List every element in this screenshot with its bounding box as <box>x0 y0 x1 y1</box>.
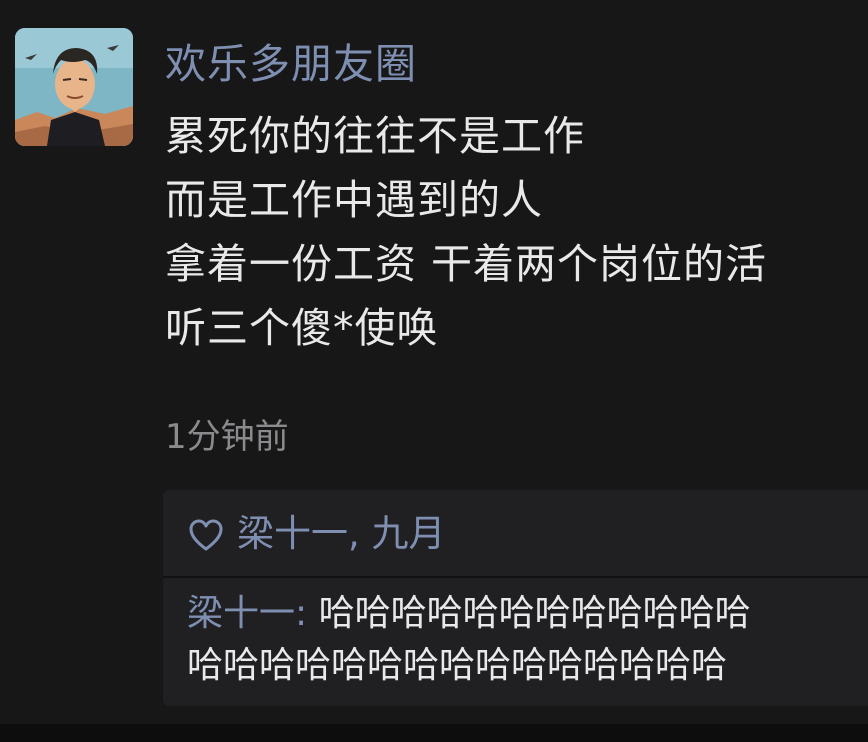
moments-feed: 欢乐多朋友圈 累死你的往往不是工作 而是工作中遇到的人 拿着一份工资 干着两个岗… <box>0 0 868 742</box>
comment-line: 哈哈哈哈哈哈哈哈哈哈哈哈哈哈哈 <box>187 645 728 686</box>
likes-comments-panel: 梁十一, 九月 梁十一: 哈哈哈哈哈哈哈哈哈哈哈哈 哈哈哈哈哈哈哈哈哈哈哈哈哈哈… <box>163 490 868 706</box>
bottom-edge <box>0 724 868 742</box>
post-timestamp: 1分钟前 <box>165 417 289 457</box>
post-content: 累死你的往往不是工作 而是工作中遇到的人 拿着一份工资 干着两个岗位的活 听三个… <box>165 104 868 360</box>
post-line: 听三个傻*使唤 <box>165 304 439 352</box>
likes-row: 梁十一, 九月 <box>163 490 868 576</box>
comment-author[interactable]: 梁十一 <box>187 593 295 634</box>
divider <box>163 576 868 578</box>
likes-names[interactable]: 梁十一, 九月 <box>237 510 446 558</box>
post-line: 拿着一份工资 干着两个岗位的活 <box>165 240 768 288</box>
post-author-name[interactable]: 欢乐多朋友圈 <box>165 38 417 90</box>
comment-item[interactable]: 梁十一: 哈哈哈哈哈哈哈哈哈哈哈哈 哈哈哈哈哈哈哈哈哈哈哈哈哈哈哈 <box>187 588 868 692</box>
comment-separator: : <box>295 593 319 634</box>
avatar-image <box>15 28 133 146</box>
heart-outline-icon <box>189 519 223 551</box>
post-line: 而是工作中遇到的人 <box>165 176 543 224</box>
comment-line: 梁十一: 哈哈哈哈哈哈哈哈哈哈哈哈 <box>187 588 868 640</box>
avatar[interactable] <box>15 28 133 146</box>
comment-text: 哈哈哈哈哈哈哈哈哈哈哈哈 <box>318 593 751 634</box>
post-line: 累死你的往往不是工作 <box>165 112 585 160</box>
